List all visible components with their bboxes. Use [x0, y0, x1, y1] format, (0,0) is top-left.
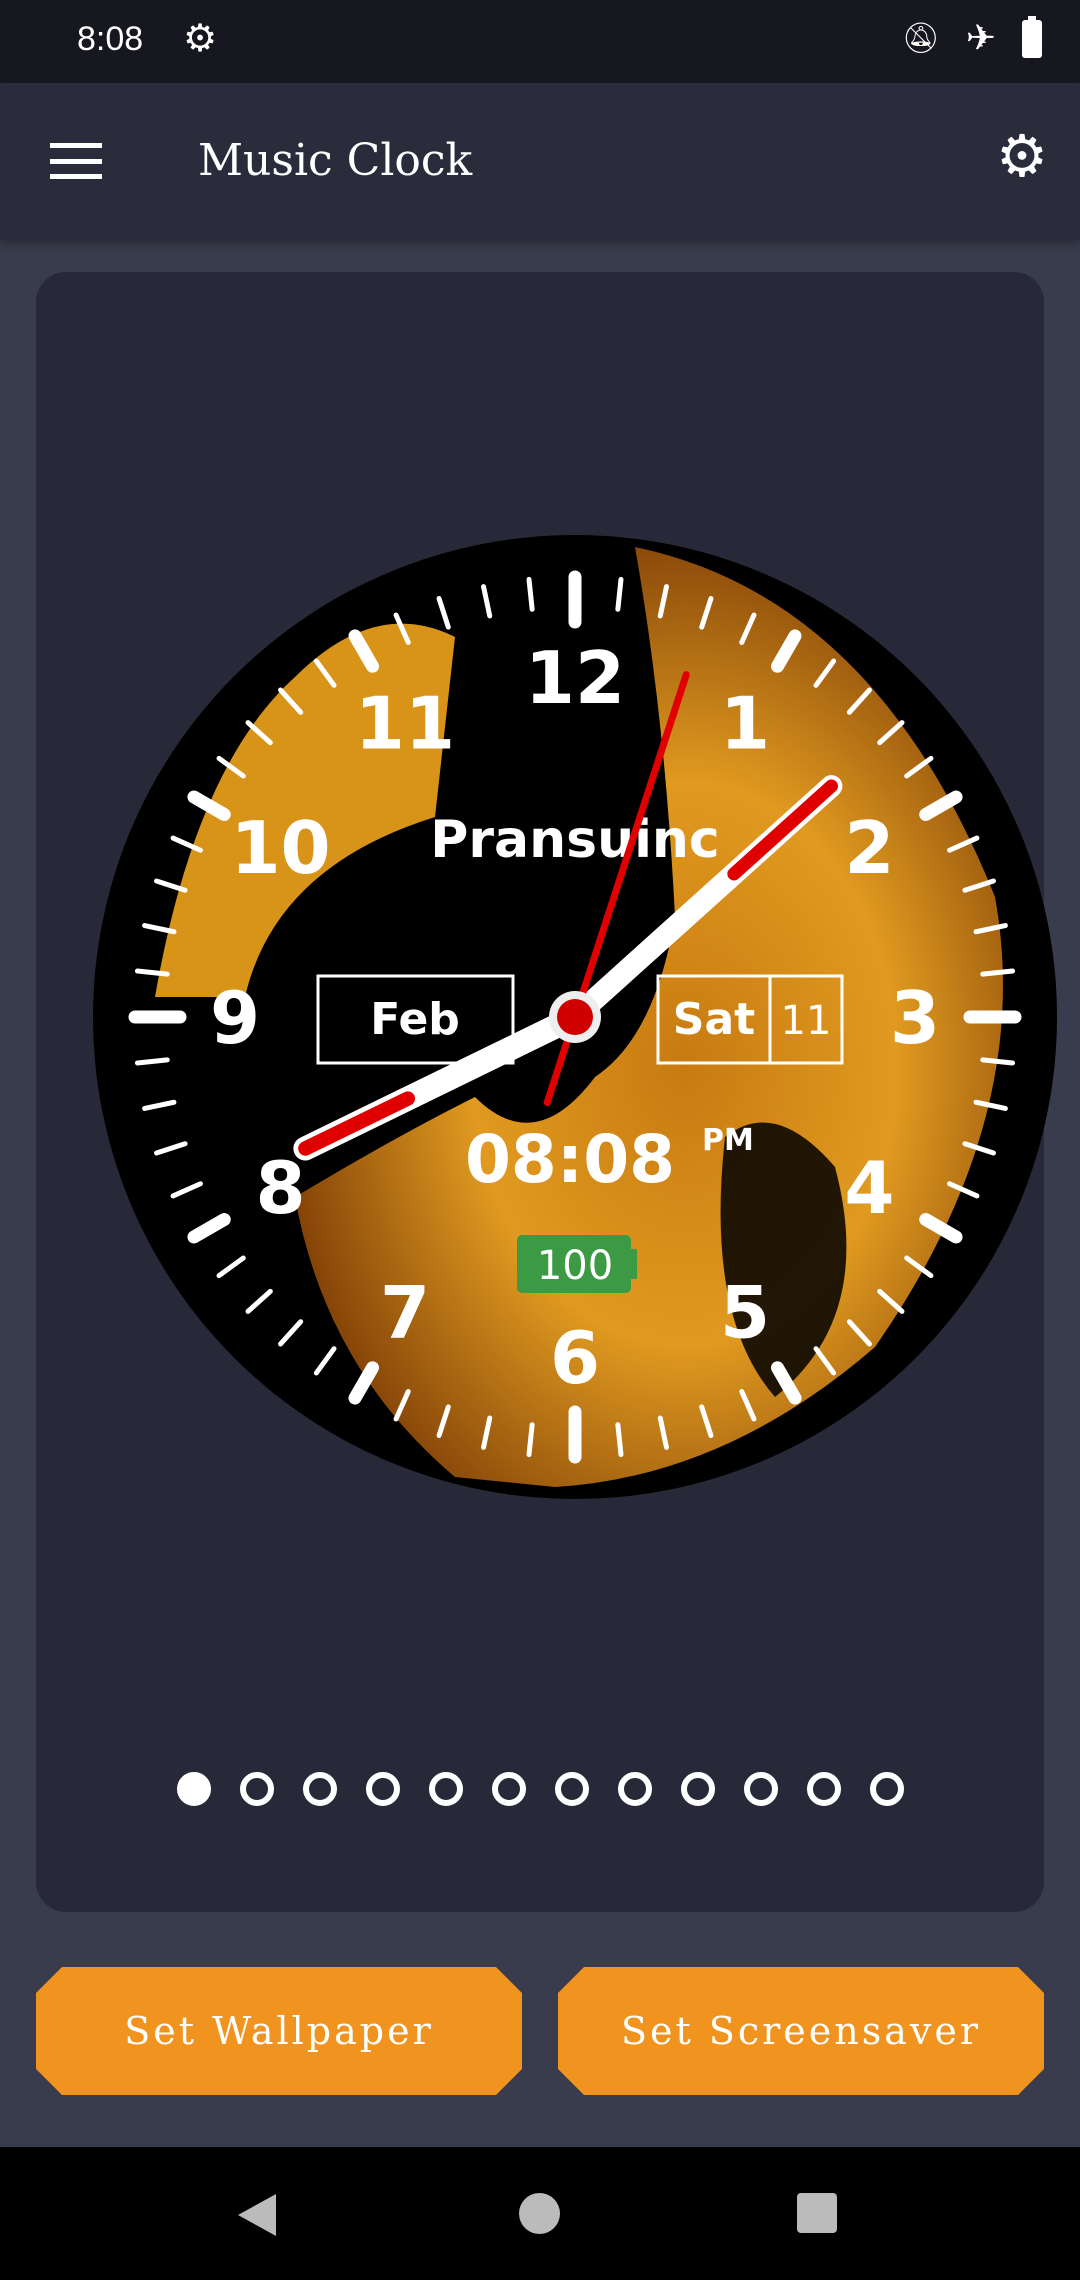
hour-number: 2: [844, 806, 894, 890]
recents-icon[interactable]: [797, 2193, 837, 2233]
hour-number: 10: [230, 806, 330, 890]
day-label: 11: [781, 998, 832, 1044]
weekday-label: Sat: [673, 994, 755, 1045]
digital-time: 08:08: [465, 1121, 675, 1198]
hour-number: 1: [720, 682, 770, 766]
page-dot[interactable]: [743, 1772, 778, 1806]
set-screensaver-button[interactable]: Set Screensaver: [558, 1967, 1044, 2095]
tick-mark: [526, 576, 535, 612]
hour-number: 12: [525, 636, 625, 720]
gear-icon[interactable]: ⚙: [996, 127, 1048, 185]
page-dot[interactable]: [617, 1772, 652, 1806]
tick-mark: [134, 1057, 170, 1066]
app-toolbar: Music Clock ⚙: [0, 83, 1080, 240]
page-dot[interactable]: [806, 1772, 841, 1806]
app-title: Music Clock: [198, 135, 473, 186]
page-dot[interactable]: [869, 1772, 904, 1806]
battery-full-icon: [1022, 15, 1042, 58]
notifications-off-icon: 🔕︎: [901, 21, 940, 56]
page-dot[interactable]: [176, 1772, 211, 1806]
clock-preview-card[interactable]: 12 1 2 3 4 5 6 7 8 9 10 11 Pransuinc Feb Sat 11 08:…: [36, 272, 1057, 1912]
page-dot[interactable]: [554, 1772, 589, 1806]
hour-number: 9: [210, 976, 260, 1060]
hour-number: 8: [255, 1146, 305, 1230]
page-dot[interactable]: [365, 1772, 400, 1806]
hour-number: 6: [550, 1316, 600, 1400]
set-wallpaper-button[interactable]: Set Wallpaper: [36, 1967, 522, 2095]
settings-icon: ⚙: [183, 16, 218, 60]
page-dot[interactable]: [428, 1772, 463, 1806]
hour-number: 4: [844, 1146, 894, 1230]
navigation-bar: [0, 2147, 1080, 2280]
hour-number: 5: [720, 1270, 770, 1354]
month-label: Feb: [370, 994, 460, 1045]
tick-mark: [615, 576, 624, 612]
brand-label: Pransuinc: [430, 810, 720, 870]
tick-mark: [615, 1422, 624, 1458]
page-dot[interactable]: [239, 1772, 274, 1806]
back-icon[interactable]: [238, 2194, 276, 2236]
status-time: 8:08: [77, 20, 144, 58]
hour-number: 3: [890, 976, 940, 1060]
page-dot[interactable]: [680, 1772, 715, 1806]
tick-mark: [526, 1422, 535, 1458]
hour-number: 11: [355, 682, 455, 766]
tick-mark: [980, 1057, 1016, 1066]
airplane-mode-icon: ✈: [965, 18, 996, 59]
page-indicator: [36, 1772, 1044, 1806]
page-dot[interactable]: [302, 1772, 337, 1806]
hour-number: 7: [380, 1270, 430, 1354]
home-icon[interactable]: [519, 2193, 560, 2234]
tick-mark: [134, 968, 170, 977]
page-dot[interactable]: [491, 1772, 526, 1806]
clock-face: 12 12 3 45 6 78 9 10 11 Pransuinc Feb Sat 11 08:…: [93, 535, 1057, 1499]
battery-level: 100: [537, 1243, 613, 1289]
tick-mark: [980, 968, 1016, 977]
status-bar: 8:08 ⚙ 🔕︎ ✈: [0, 0, 1080, 83]
hamburger-menu-icon[interactable]: [50, 143, 102, 179]
ampm-label: PM: [702, 1123, 754, 1158]
